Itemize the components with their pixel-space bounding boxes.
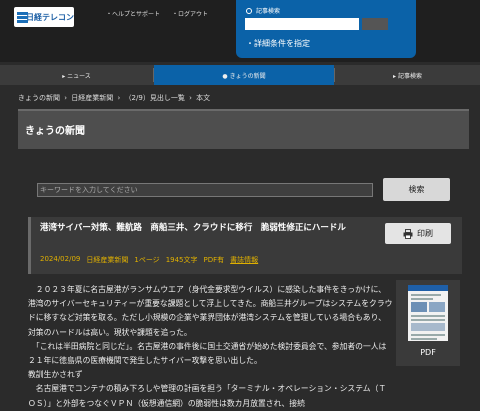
article-meta: 2024/02/09 日経産業新聞 1ページ 1945文字 PDF有 書誌情報 (40, 255, 258, 265)
tab-article-search[interactable]: ▸ 記事検索 (335, 65, 480, 85)
header-search-button[interactable] (362, 18, 388, 30)
article-body: ２０２３年夏に名古屋港がランサムウエア（身代金要求型ウイルス）に感染した事件をき… (28, 283, 393, 411)
article-paragraph: 名古屋港でコンテナの積み下ろしや管理の計画を担う「ターミナル・オペレーション・シ… (28, 384, 387, 408)
article-pdf-flag: PDF有 (203, 256, 225, 264)
search-button[interactable]: 検索 (383, 178, 450, 201)
article-search-panel: 記事検索 ・詳細条件を指定 (236, 0, 416, 58)
main-nav: ▸ ニュース ● きょうの新聞 ▸ 記事検索 (0, 65, 480, 85)
article-char-count: 1945文字 (165, 256, 198, 264)
article-paper: 日経産業新聞 (86, 256, 129, 264)
breadcrumb-headline-list[interactable]: （2/9）見出し一覧 (125, 94, 185, 102)
article-date: 2024/02/09 (40, 255, 81, 263)
search-panel-title-text: 記事検索 (256, 8, 281, 15)
search-panel-title: 記事検索 (246, 6, 280, 15)
keyword-search-input[interactable] (37, 183, 373, 197)
logout-link[interactable]: ・ログアウト (172, 9, 208, 18)
breadcrumb-separator: › (117, 94, 121, 102)
article-header: 港湾サイバー対策、難航路 商船三井、クラウドに移行 脆弱性修正にハードル 202… (28, 217, 462, 274)
pdf-label[interactable]: PDF (396, 348, 460, 357)
logo-mark-icon (17, 11, 28, 24)
article-subheading: 教訓生かされず (28, 370, 83, 380)
pdf-panel[interactable]: PDF (396, 280, 460, 366)
top-header: 日経テレコン ・ヘルプとサポート ・ログアウト 記事検索 ・詳細条件を指定 (0, 0, 480, 62)
breadcrumb-current: 本文 (196, 94, 211, 102)
article-page: 1ページ (134, 256, 160, 264)
breadcrumb: きょうの新聞 › 日経産業新聞 › （2/9）見出し一覧 › 本文 (18, 93, 210, 103)
radio-dot-icon (246, 7, 252, 14)
header-search-input[interactable] (245, 18, 359, 30)
page-title-bar: きょうの新聞 (18, 109, 469, 149)
breadcrumb-todays-paper[interactable]: きょうの新聞 (18, 94, 60, 102)
print-button[interactable]: 印刷 (385, 223, 451, 244)
page-title: きょうの新聞 (25, 126, 85, 137)
article-paragraph: 「これは半田病院と同じだ」。名古屋港の事件後に国土交通省が始めた検討委員会で、参… (28, 341, 387, 366)
breadcrumb-nikkei-sangyo[interactable]: 日経産業新聞 (71, 94, 113, 102)
help-support-link[interactable]: ・ヘルプとサポート (106, 9, 160, 18)
tab-news[interactable]: ▸ ニュース (0, 65, 153, 85)
article-paragraph: ２０２３年夏に名古屋港がランサムウエア（身代金要求型ウイルス）に感染した事件をき… (28, 285, 393, 337)
bibliographic-info-link[interactable]: 書誌情報 (230, 255, 258, 265)
logo-text: 日経テレコン (26, 12, 74, 22)
advanced-conditions-link[interactable]: ・詳細条件を指定 (246, 38, 310, 49)
nikkei-telecom-logo[interactable]: 日経テレコン (14, 7, 74, 27)
printer-icon (403, 228, 413, 239)
breadcrumb-separator: › (189, 94, 192, 102)
tab-todays-paper[interactable]: ● きょうの新聞 (154, 65, 334, 85)
article-title: 港湾サイバー対策、難航路 商船三井、クラウドに移行 脆弱性修正にハードル (40, 223, 346, 233)
top-links: ・ヘルプとサポート ・ログアウト (106, 9, 208, 18)
pdf-thumbnail[interactable] (408, 285, 448, 341)
breadcrumb-separator: › (64, 94, 68, 102)
print-label: 印刷 (417, 229, 433, 238)
